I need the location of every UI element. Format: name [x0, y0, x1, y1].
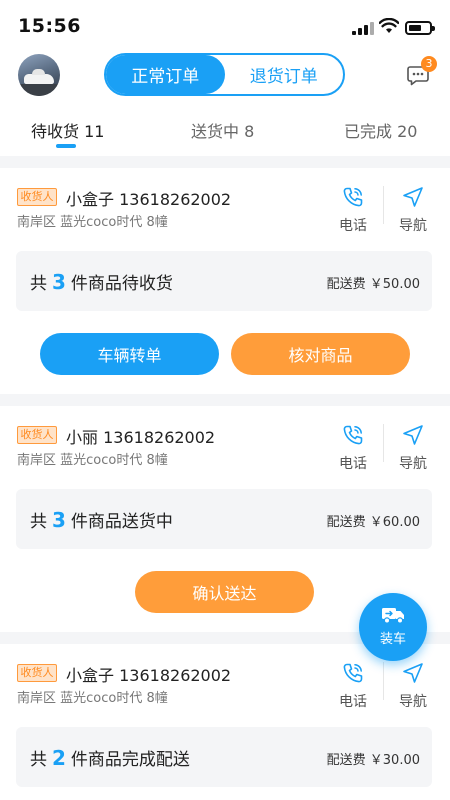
item-count: 3: [52, 270, 66, 294]
message-badge: 3: [421, 56, 437, 72]
summary-prefix: 共: [30, 750, 47, 770]
order-page: 15:56 正常订单 退货订单 3 待收货 11 送货中 8 已完成 20 收货…: [0, 0, 450, 800]
status-bar: 15:56: [0, 0, 450, 48]
battery-icon: [405, 21, 435, 35]
receiver-name: 小丽: [66, 428, 99, 447]
phone-icon: [343, 187, 363, 207]
order-summary: 共 3 件商品待收货 配送费 ￥50.00: [16, 251, 432, 311]
phone-icon: [343, 425, 363, 445]
delivery-fee: 配送费 ￥50.00: [326, 277, 420, 292]
navigate-label: 导航: [399, 694, 427, 710]
divider: [383, 662, 384, 700]
summary-suffix: 件商品送货中: [70, 512, 173, 532]
segment-normal-orders[interactable]: 正常订单: [106, 55, 225, 94]
order-summary: 共 3 件商品送货中 配送费 ￥60.00: [16, 489, 432, 549]
receiver-name-phone: 小盒子 13618262002: [66, 186, 231, 210]
segment-return-orders[interactable]: 退货订单: [225, 55, 344, 94]
navigate-button[interactable]: 导航: [393, 662, 433, 711]
load-truck-label: 装车: [379, 632, 406, 647]
address: 南岸区 蓝光coco时代 8幢: [17, 453, 168, 468]
tab-indicator: [56, 144, 76, 148]
navigate-button[interactable]: 导航: [393, 424, 433, 473]
call-label: 电话: [339, 456, 367, 472]
address: 南岸区 蓝光coco时代 8幢: [17, 215, 168, 230]
tab-completed[interactable]: 已完成 20: [344, 118, 417, 142]
divider: [383, 186, 384, 224]
call-button[interactable]: 电话: [333, 424, 373, 473]
item-count: 2: [52, 746, 66, 770]
check-goods-button[interactable]: 核对商品: [231, 333, 410, 375]
call-button[interactable]: 电话: [333, 186, 373, 235]
navigate-button[interactable]: 导航: [393, 186, 433, 235]
tab-label: 送货中: [191, 122, 240, 141]
receiver-name: 小盒子: [66, 190, 115, 209]
summary-text: 共 2 件商品完成配送: [30, 745, 190, 770]
navigation-arrow-icon: [403, 425, 423, 445]
address: 南岸区 蓝光coco时代 8幢: [17, 691, 168, 706]
confirm-delivered-button[interactable]: 确认送达: [135, 571, 314, 613]
tab-delivering[interactable]: 送货中 8: [191, 118, 254, 142]
summary-suffix: 件商品完成配送: [70, 750, 190, 770]
receiver-name-phone: 小丽 13618262002: [66, 424, 215, 448]
summary-text: 共 3 件商品送货中: [30, 507, 173, 532]
receiver-phone: 13618262002: [119, 190, 232, 209]
navigate-label: 导航: [399, 456, 427, 472]
summary-prefix: 共: [30, 512, 47, 532]
receiver-tag: 收货人: [17, 188, 57, 206]
wifi-icon: [379, 18, 399, 33]
delivery-fee: 配送费 ￥30.00: [326, 753, 420, 768]
status-tabs: 待收货 11 送货中 8 已完成 20: [0, 110, 450, 156]
receiver-name-phone: 小盒子 13618262002: [66, 662, 231, 686]
tab-label: 已完成: [344, 122, 393, 141]
vehicle-transfer-button[interactable]: 车辆转单: [40, 333, 219, 375]
receiver-tag: 收货人: [17, 664, 57, 682]
receiver-phone: 13618262002: [119, 666, 232, 685]
navigate-label: 导航: [399, 218, 427, 234]
receiver-tag: 收货人: [17, 426, 57, 444]
divider: [383, 424, 384, 462]
navigation-arrow-icon: [403, 187, 423, 207]
summary-suffix: 件商品待收货: [70, 274, 173, 294]
tab-count: 20: [397, 122, 418, 141]
call-button[interactable]: 电话: [333, 662, 373, 711]
tab-count: 8: [244, 122, 255, 141]
order-type-switch: 正常订单 退货订单: [104, 53, 345, 96]
summary-text: 共 3 件商品待收货: [30, 269, 173, 294]
avatar[interactable]: [18, 54, 60, 96]
call-label: 电话: [339, 218, 367, 234]
receiver-phone: 13618262002: [103, 428, 216, 447]
status-time: 15:56: [18, 15, 81, 37]
truck-icon: [382, 608, 404, 624]
tab-count: 11: [84, 122, 105, 141]
order-summary: 共 2 件商品完成配送 配送费 ￥30.00: [16, 727, 432, 787]
header: 正常订单 退货订单 3: [0, 48, 450, 110]
order-card: 收货人 小盒子 13618262002 南岸区 蓝光coco时代 8幢 电话 导…: [0, 644, 450, 800]
delivery-fee: 配送费 ￥60.00: [326, 515, 420, 530]
tab-label: 待收货: [31, 122, 80, 141]
phone-icon: [343, 663, 363, 683]
receiver-name: 小盒子: [66, 666, 115, 685]
navigation-arrow-icon: [403, 663, 423, 683]
call-label: 电话: [339, 694, 367, 710]
item-count: 3: [52, 508, 66, 532]
summary-prefix: 共: [30, 274, 47, 294]
signal-icon: [352, 22, 374, 35]
order-card: 收货人 小盒子 13618262002 南岸区 蓝光coco时代 8幢 电话 导…: [0, 168, 450, 394]
tab-pending-receipt[interactable]: 待收货 11: [31, 118, 104, 142]
load-truck-button[interactable]: 装车: [359, 593, 427, 661]
